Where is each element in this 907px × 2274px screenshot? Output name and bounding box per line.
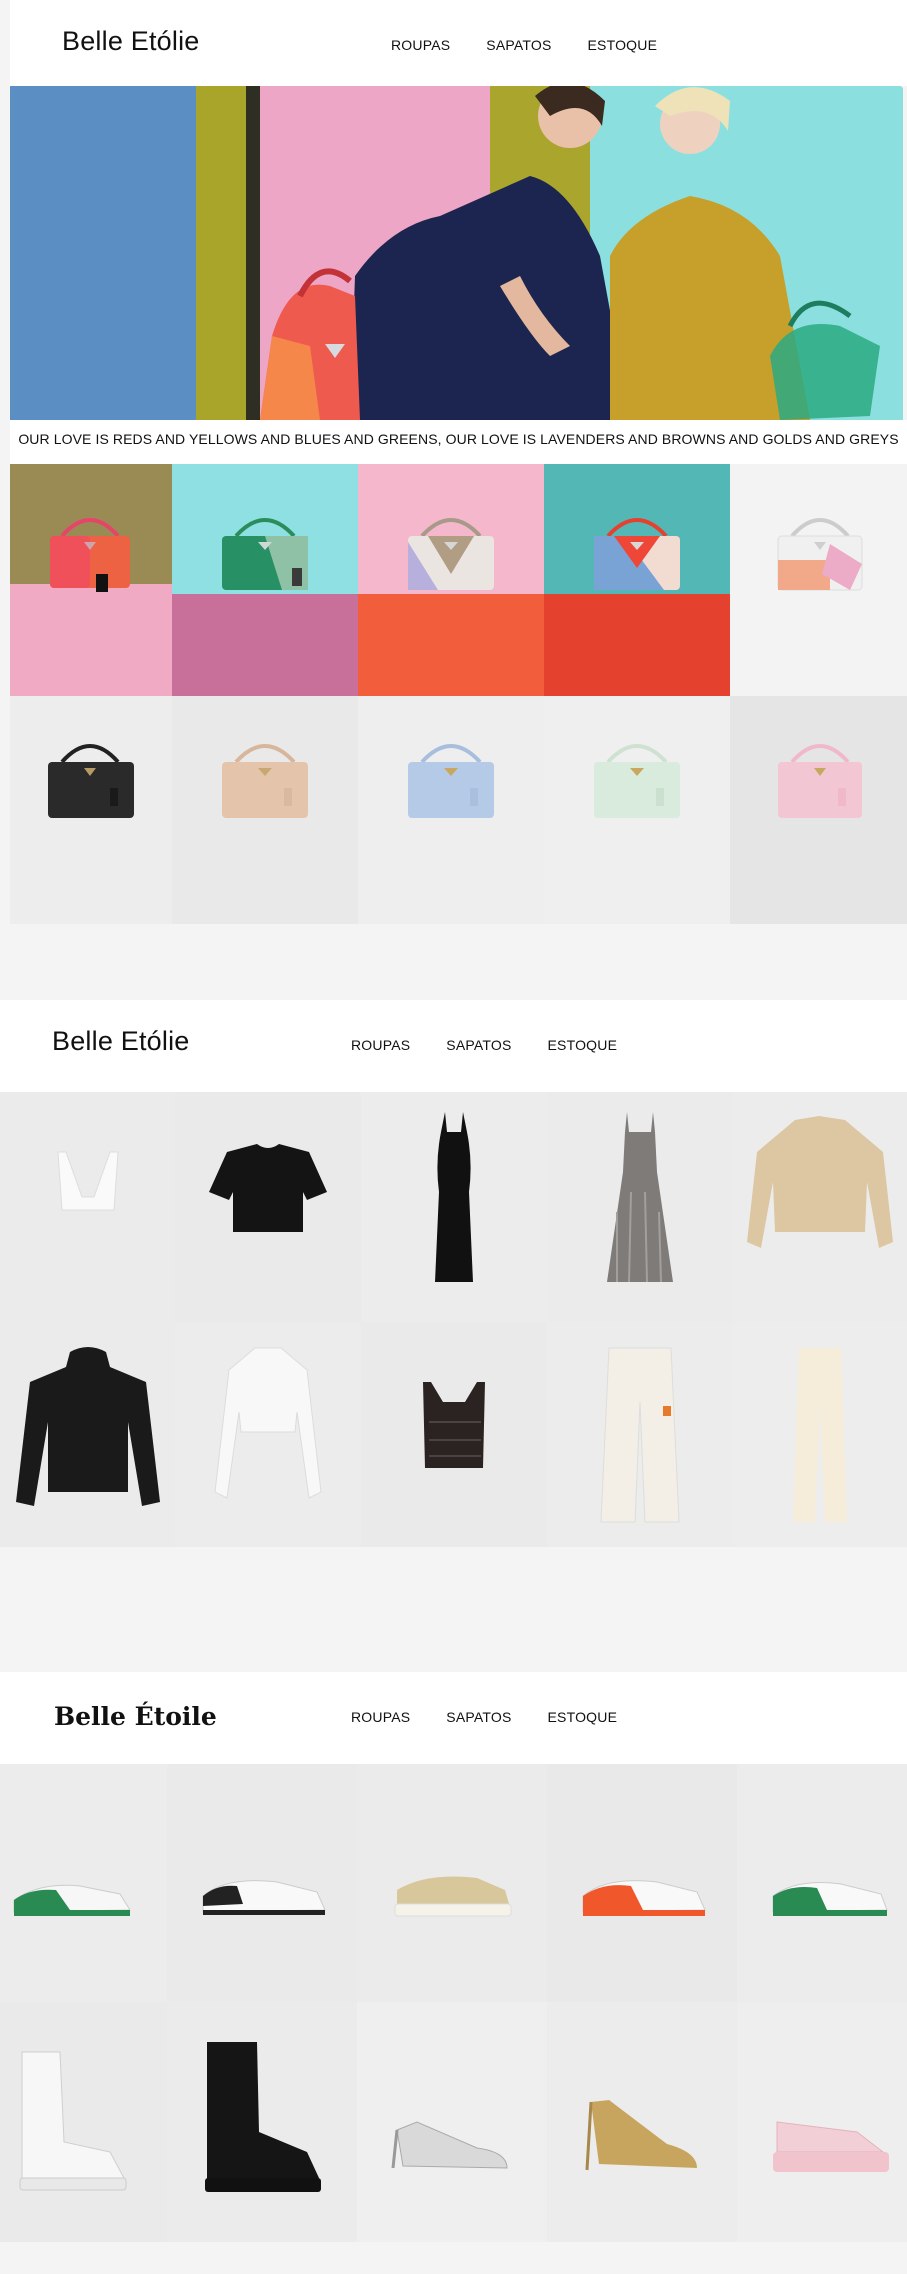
product-card-bag[interactable]	[730, 464, 907, 696]
product-card-clothing[interactable]	[547, 1322, 733, 1547]
shoe-image	[0, 2002, 167, 2242]
clothing-image	[0, 1092, 175, 1322]
nav-roupas[interactable]: ROUPAS	[351, 1709, 410, 1725]
nav-estoque[interactable]: ESTOQUE	[548, 1709, 618, 1725]
product-card-clothing[interactable]	[733, 1092, 907, 1322]
bag-image	[544, 696, 730, 924]
product-card-bag[interactable]	[730, 696, 907, 924]
product-card-shoe[interactable]	[0, 2002, 167, 2242]
clothes-section: Belle Etólie ROUPAS SAPATOS ESTOQUE	[0, 1000, 907, 1650]
clothing-image	[361, 1322, 547, 1547]
product-card-shoe[interactable]	[547, 1764, 737, 2002]
bag-image	[358, 464, 544, 696]
nav-sapatos[interactable]: SAPATOS	[446, 1709, 511, 1725]
product-card-bag[interactable]	[172, 464, 358, 696]
product-card-shoe[interactable]	[737, 2002, 907, 2242]
bag-image	[172, 696, 358, 924]
product-card-bag[interactable]	[10, 464, 172, 696]
product-card-clothing[interactable]	[0, 1322, 175, 1547]
clothing-image	[361, 1092, 547, 1322]
bags-grid	[10, 464, 907, 924]
clothes-grid	[0, 1092, 907, 1547]
hero-banner[interactable]	[10, 86, 903, 420]
product-card-shoe[interactable]	[167, 2002, 357, 2242]
bag-image	[544, 464, 730, 696]
shoes-grid	[0, 1764, 907, 2242]
nav-sapatos[interactable]: SAPATOS	[446, 1037, 511, 1053]
nav-roupas[interactable]: ROUPAS	[351, 1037, 410, 1053]
bag-image	[10, 464, 172, 696]
product-card-shoe[interactable]	[737, 1764, 907, 2002]
main-nav: ROUPAS SAPATOS ESTOQUE	[351, 1709, 617, 1725]
shoe-image	[737, 2002, 907, 2242]
clothing-image	[547, 1322, 733, 1547]
product-card-bag[interactable]	[10, 696, 172, 924]
brand-logo[interactable]: Belle Etólie	[62, 26, 199, 57]
brand-logo[interactable]: Belle Étoile	[54, 1702, 217, 1731]
shoes-section: Belle Étoile ROUPAS SAPATOS ESTOQUE	[0, 1672, 907, 2274]
bag-image	[172, 464, 358, 696]
product-card-shoe[interactable]	[167, 1764, 357, 2002]
product-card-clothing[interactable]	[733, 1322, 907, 1547]
product-card-bag[interactable]	[544, 696, 730, 924]
shoe-image	[167, 2002, 357, 2242]
bag-image	[730, 464, 907, 696]
product-card-shoe[interactable]	[357, 2002, 547, 2242]
product-card-clothing[interactable]	[0, 1092, 175, 1322]
hero-tagline: OUR LOVE IS REDS AND YELLOWS AND BLUES A…	[10, 420, 907, 464]
site-header: Belle Etólie ROUPAS SAPATOS ESTOQUE	[0, 1000, 907, 1092]
clothing-image	[547, 1092, 733, 1322]
product-card-clothing[interactable]	[175, 1322, 361, 1547]
clothing-image	[733, 1092, 907, 1322]
shoe-image	[357, 2002, 547, 2242]
shoe-image	[547, 2002, 737, 2242]
clothing-image	[175, 1092, 361, 1322]
bag-image	[730, 696, 907, 924]
product-card-bag[interactable]	[358, 696, 544, 924]
shoe-image	[357, 1764, 547, 2002]
shoe-image	[547, 1764, 737, 2002]
main-nav: ROUPAS SAPATOS ESTOQUE	[351, 1037, 617, 1053]
bag-image	[358, 696, 544, 924]
hero-image	[10, 86, 903, 420]
product-card-shoe[interactable]	[547, 2002, 737, 2242]
product-card-shoe[interactable]	[357, 1764, 547, 2002]
product-card-clothing[interactable]	[547, 1092, 733, 1322]
clothing-image	[0, 1322, 175, 1547]
nav-estoque[interactable]: ESTOQUE	[548, 1037, 618, 1053]
bags-section: Belle Etólie ROUPAS SAPATOS ESTOQUE OUR …	[0, 0, 907, 1000]
clothing-image	[175, 1322, 361, 1547]
site-header: Belle Étoile ROUPAS SAPATOS ESTOQUE	[0, 1672, 907, 1764]
main-nav: ROUPAS SAPATOS ESTOQUE	[391, 37, 657, 53]
product-card-clothing[interactable]	[361, 1092, 547, 1322]
nav-roupas[interactable]: ROUPAS	[391, 37, 450, 53]
product-card-shoe[interactable]	[0, 1764, 167, 2002]
nav-sapatos[interactable]: SAPATOS	[486, 37, 551, 53]
brand-logo[interactable]: Belle Etólie	[52, 1026, 189, 1057]
clothing-image	[733, 1322, 907, 1547]
product-card-bag[interactable]	[172, 696, 358, 924]
nav-estoque[interactable]: ESTOQUE	[588, 37, 658, 53]
site-header: Belle Etólie ROUPAS SAPATOS ESTOQUE	[10, 0, 907, 86]
product-card-clothing[interactable]	[361, 1322, 547, 1547]
shoe-image	[737, 1764, 907, 2002]
product-card-bag[interactable]	[544, 464, 730, 696]
shoe-image	[0, 1764, 167, 2002]
product-card-clothing[interactable]	[175, 1092, 361, 1322]
product-card-bag[interactable]	[358, 464, 544, 696]
bag-image	[10, 696, 172, 924]
shoe-image	[167, 1764, 357, 2002]
